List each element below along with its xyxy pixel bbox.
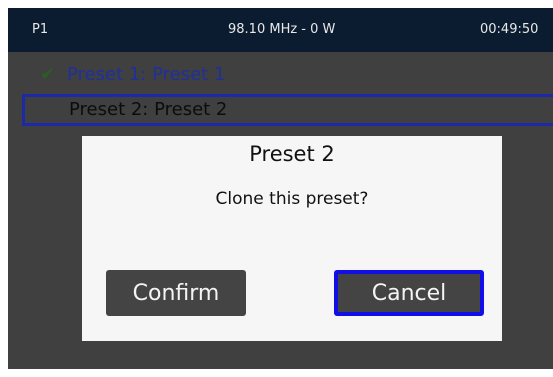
status-frequency-power: 98.10 MHz - 0 W <box>228 22 336 37</box>
dialog-message: Clone this preset? <box>215 189 369 209</box>
confirm-button[interactable]: Confirm <box>106 270 246 316</box>
cancel-button[interactable]: Cancel <box>334 270 484 316</box>
dialog-title: Preset 2 <box>249 142 335 166</box>
preset-label-1: Preset 1: Preset 1 <box>67 64 226 85</box>
clone-preset-dialog: Preset 2 Clone this preset? Confirm Canc… <box>82 136 502 341</box>
status-preset-id: P1 <box>32 22 49 37</box>
status-bar: P1 98.10 MHz - 0 W 00:49:50 <box>8 8 553 52</box>
check-icon: ✔ <box>40 64 56 85</box>
preset-list-item-1[interactable]: ✔ Preset 1: Preset 1 <box>8 60 553 94</box>
preset-label-2: Preset 2: Preset 2 <box>69 99 228 120</box>
status-clock: 00:49:50 <box>480 22 539 37</box>
preset-list-item-2[interactable]: Preset 2: Preset 2 <box>22 94 553 126</box>
device-screen: P1 98.10 MHz - 0 W 00:49:50 ✔ Preset 1: … <box>8 8 553 369</box>
